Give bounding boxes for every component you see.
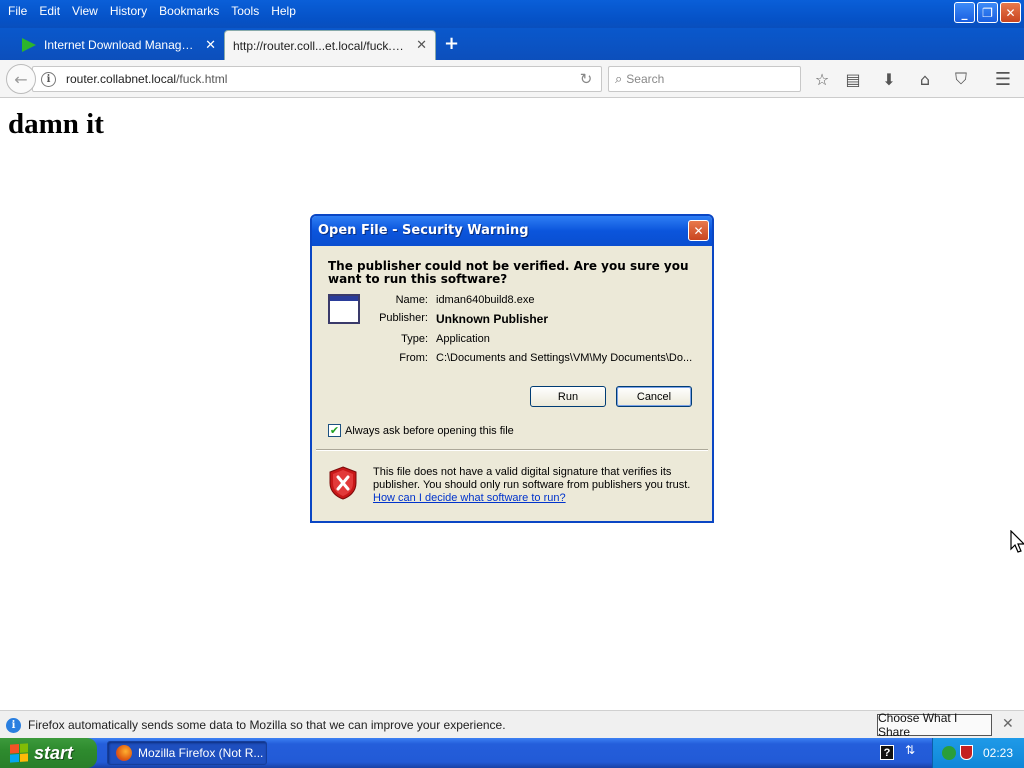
back-button[interactable]: ←: [6, 64, 36, 94]
search-bar[interactable]: ⌕: [608, 66, 801, 92]
mouse-cursor-icon: [1010, 530, 1024, 553]
field-from: From: C:\Documents and Settings\VM\My Do…: [352, 352, 692, 364]
tab-close-icon[interactable]: ✕: [205, 38, 216, 53]
warning-text: This file does not have a valid digital …: [373, 466, 691, 491]
taskbar-item-label: Mozilla Firefox (Not R...: [138, 746, 264, 760]
pocket-icon[interactable]: ⛉: [950, 68, 972, 90]
tab-strip: Internet Download Manager: ... ✕ http://…: [0, 28, 1024, 60]
menu-tools[interactable]: Tools: [225, 2, 265, 20]
close-icon: ✕: [1005, 5, 1016, 20]
idm-icon: [22, 38, 36, 52]
minimize-icon: _: [961, 5, 968, 20]
dialog-divider: [316, 449, 708, 451]
start-label: start: [34, 742, 74, 763]
reload-icon[interactable]: ↻: [571, 70, 601, 88]
taskbar-item-firefox[interactable]: Mozilla Firefox (Not R...: [107, 741, 267, 765]
new-tab-plus-icon[interactable]: +: [444, 33, 459, 54]
home-icon[interactable]: ⌂: [914, 68, 936, 90]
navigation-toolbar: i router.collabnet.local/fuck.html ↻ ← ⌕…: [0, 60, 1024, 98]
dialog-title: Open File - Security Warning: [318, 223, 529, 238]
menu-view[interactable]: View: [66, 2, 104, 20]
hamburger-menu-icon[interactable]: ☰: [992, 68, 1014, 90]
notification-close-icon[interactable]: ✕: [1002, 716, 1014, 732]
always-ask-label[interactable]: Always ask before opening this file: [345, 425, 514, 437]
help-tray-icon[interactable]: ?: [880, 745, 894, 760]
security-warning-dialog: Open File - Security Warning ✕ The publi…: [310, 214, 714, 523]
clock[interactable]: 02:23: [983, 746, 1013, 760]
menu-help[interactable]: Help: [265, 2, 302, 20]
tab-title: Internet Download Manager: ...: [44, 38, 200, 52]
tab-title: http://router.coll...et.local/fuck.html: [233, 38, 411, 53]
field-type: Type: Application: [352, 333, 490, 345]
restore-button[interactable]: ❐: [977, 2, 998, 23]
field-label: Publisher:: [379, 312, 428, 324]
tab-idm[interactable]: Internet Download Manager: ... ✕: [14, 30, 224, 60]
firefox-icon: [116, 745, 132, 761]
bookmark-star-icon[interactable]: ☆: [811, 68, 833, 90]
field-value: idman640build8.exe: [436, 294, 535, 306]
field-name: Name: idman640build8.exe: [352, 294, 535, 306]
page-heading: damn it: [8, 108, 104, 140]
network-tray-icon[interactable]: ⇅: [905, 743, 915, 757]
restore-icon: ❐: [982, 5, 993, 20]
menu-edit[interactable]: Edit: [33, 2, 66, 20]
run-button[interactable]: Run: [530, 386, 606, 407]
menu-file[interactable]: File: [2, 2, 33, 20]
field-label: Type:: [401, 333, 428, 345]
back-arrow-icon: ←: [14, 69, 28, 89]
help-link[interactable]: How can I decide what software to run?: [373, 492, 566, 504]
notification-text: Firefox automatically sends some data to…: [28, 718, 506, 732]
field-value: C:\Documents and Settings\VM\My Document…: [436, 352, 693, 364]
url-path: /fuck.html: [176, 72, 228, 86]
menu-bookmarks[interactable]: Bookmarks: [153, 2, 225, 20]
dialog-titlebar[interactable]: Open File - Security Warning ✕: [312, 216, 712, 246]
close-window-button[interactable]: ✕: [1000, 2, 1021, 23]
notification-bar: i Firefox automatically sends some data …: [0, 710, 1024, 739]
always-ask-checkbox[interactable]: ✔: [328, 424, 341, 437]
security-tray-icon[interactable]: [960, 745, 973, 760]
field-label: Name:: [395, 294, 428, 306]
start-button[interactable]: start: [0, 738, 97, 768]
field-publisher: Publisher: Unknown Publisher: [352, 312, 548, 326]
window-controls: _ ❐ ✕: [954, 2, 1021, 23]
search-icon: ⌕: [615, 71, 623, 87]
taskbar: start Mozilla Firefox (Not R... ? ⇅ 02:2…: [0, 738, 1024, 768]
field-value: Application: [436, 333, 490, 345]
idm-tray-icon[interactable]: [942, 746, 956, 760]
menu-bar: File Edit View History Bookmarks Tools H…: [2, 2, 302, 20]
close-icon: ✕: [693, 223, 704, 238]
minimize-button[interactable]: _: [954, 2, 975, 23]
windows-logo-icon: [10, 743, 28, 763]
search-input[interactable]: [626, 72, 777, 86]
field-label: From:: [399, 352, 428, 364]
dialog-close-button[interactable]: ✕: [688, 220, 709, 241]
tab-close-icon[interactable]: ✕: [416, 38, 427, 53]
url-bar[interactable]: i router.collabnet.local/fuck.html ↻: [32, 66, 602, 92]
site-info-icon[interactable]: i: [41, 71, 56, 87]
cancel-button[interactable]: Cancel: [616, 386, 692, 407]
security-shield-icon: [329, 466, 357, 500]
dialog-question: The publisher could not be verified. Are…: [328, 259, 689, 286]
url-host: router.collabnet.local: [66, 72, 177, 86]
choose-what-i-share-button[interactable]: Choose What I Share: [877, 711, 992, 739]
url-text: router.collabnet.local/fuck.html: [66, 72, 571, 86]
tab-router[interactable]: http://router.coll...et.local/fuck.html …: [224, 30, 436, 60]
reading-list-icon[interactable]: ▤: [842, 68, 864, 90]
menu-history[interactable]: History: [104, 2, 153, 20]
always-ask-row: ✔ Always ask before opening this file: [328, 424, 514, 437]
info-icon: i: [6, 718, 21, 733]
downloads-icon[interactable]: ⬇: [878, 68, 900, 90]
field-value: Unknown Publisher: [436, 312, 549, 326]
